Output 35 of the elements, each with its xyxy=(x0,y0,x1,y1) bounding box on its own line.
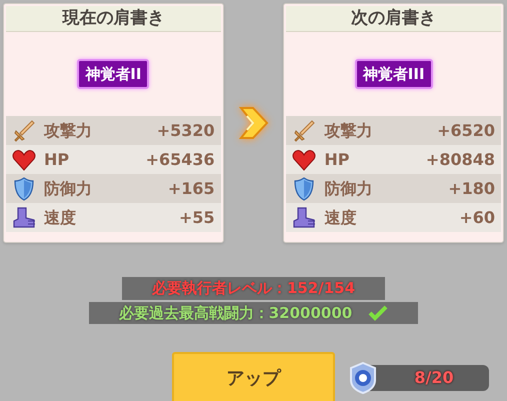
stat-value: +165 xyxy=(168,178,215,200)
stat-label: 防御力 xyxy=(324,178,372,200)
stat-value: +60 xyxy=(459,206,495,228)
shield-icon xyxy=(293,176,316,200)
requirement-text: 必要過去最高戦闘力：32000000 xyxy=(118,302,352,324)
stat-value: +80848 xyxy=(426,148,495,170)
stat-value: +65436 xyxy=(146,148,215,170)
card-title: 次の肩書き xyxy=(351,6,436,30)
sword-icon xyxy=(12,118,36,142)
sword-icon xyxy=(292,118,316,142)
shield-icon xyxy=(13,176,35,200)
heart-icon xyxy=(12,148,36,170)
stat-value: +55 xyxy=(179,206,215,228)
boot-icon xyxy=(292,206,316,228)
heart-icon xyxy=(292,148,316,170)
stat-label: 防御力 xyxy=(44,178,92,200)
rank-badge: 神覚者III xyxy=(354,58,433,90)
stat-label: 速度 xyxy=(44,206,76,228)
arrow-icon xyxy=(238,106,268,140)
stat-label: HP xyxy=(324,148,350,170)
up-button[interactable]: アップ xyxy=(172,352,335,401)
emblem-icon xyxy=(347,362,379,394)
stat-value: +5320 xyxy=(156,120,215,142)
card-title: 現在の肩書き xyxy=(62,6,164,30)
check-icon xyxy=(368,304,388,321)
requirement-text: 必要執行者レベル：152/154 xyxy=(152,278,356,299)
stat-label: 速度 xyxy=(324,206,356,228)
stat-value: +6520 xyxy=(437,120,495,142)
stat-label: 攻撃力 xyxy=(44,120,92,142)
boot-icon xyxy=(12,206,36,228)
rank-badge: 神覚者II xyxy=(77,58,150,90)
counter-text: 8/20 xyxy=(414,367,454,389)
stat-label: 攻撃力 xyxy=(324,120,372,142)
stat-label: HP xyxy=(44,148,70,170)
stat-value: +180 xyxy=(448,178,495,200)
